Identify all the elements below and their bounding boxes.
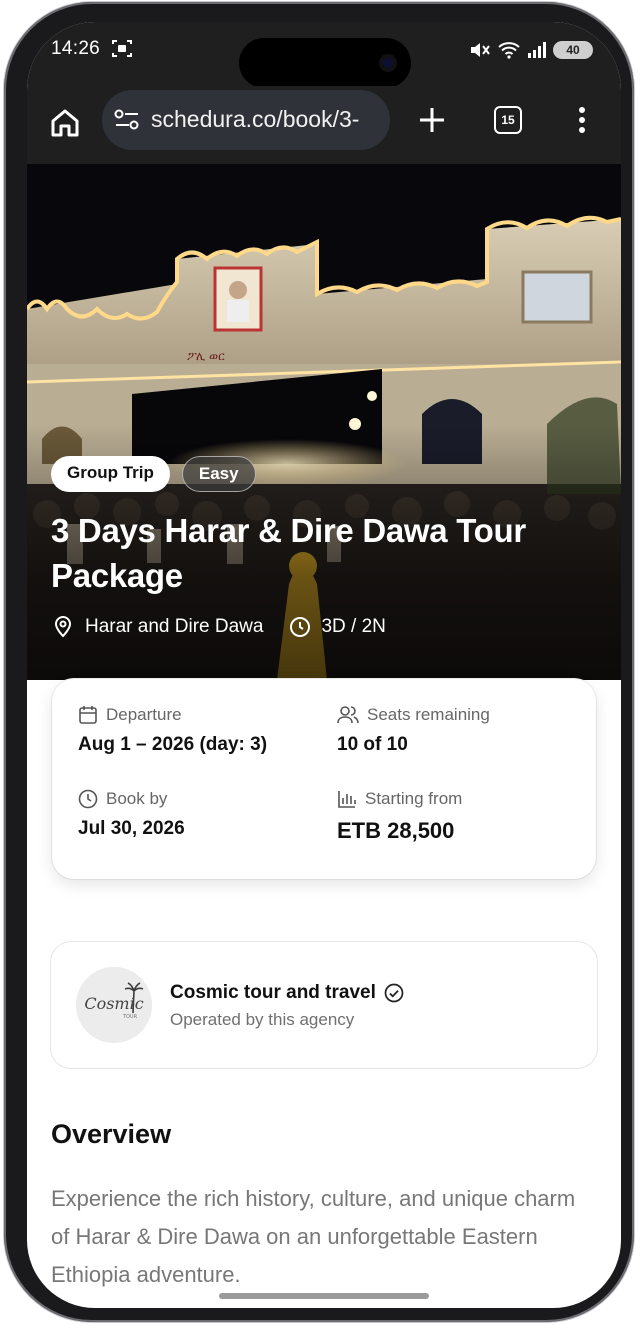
signal-icon bbox=[528, 42, 546, 58]
clock-icon bbox=[78, 789, 98, 809]
bar-chart-icon bbox=[338, 791, 356, 808]
departure-cell: Departure Aug 1 – 2026 (day: 3) bbox=[78, 705, 267, 756]
trip-meta: Harar and Dire Dawa 3D / 2N bbox=[53, 616, 386, 638]
badge-difficulty: Easy bbox=[181, 456, 256, 492]
trip-badges: Group Trip Easy bbox=[51, 456, 256, 492]
price-value: ETB 28,500 bbox=[337, 818, 455, 843]
price-cell: Starting from ETB 28,500 bbox=[337, 789, 462, 844]
home-icon[interactable] bbox=[47, 105, 83, 141]
verified-icon bbox=[384, 983, 404, 1003]
home-indicator[interactable] bbox=[219, 1293, 429, 1299]
overview-heading: Overview bbox=[51, 1119, 172, 1149]
trip-details-card: Departure Aug 1 – 2026 (day: 3) Seats re… bbox=[52, 679, 596, 879]
seats-value: 10 of 10 bbox=[337, 734, 408, 755]
trip-location: Harar and Dire Dawa bbox=[85, 616, 264, 637]
status-time: 14:26 bbox=[51, 38, 101, 59]
trip-duration: 3D / 2N bbox=[321, 616, 386, 637]
agency-card[interactable]: Cosmic TOUR Cosmic tour and travel Opera… bbox=[51, 942, 597, 1068]
bookby-label: Book by bbox=[106, 789, 168, 808]
camera-island bbox=[239, 38, 411, 88]
agency-logo-subtext: TOUR bbox=[122, 1014, 138, 1020]
battery-indicator: 40 bbox=[553, 41, 593, 59]
clock-icon bbox=[290, 617, 311, 637]
agency-logo-text: Cosmic bbox=[84, 994, 143, 1013]
screen: 14:26 40 schedura.co/book/3- 15 ፖሊ ወር Gr… bbox=[27, 22, 621, 1308]
status-icons: 40 bbox=[469, 40, 593, 60]
price-label: Starting from bbox=[365, 789, 463, 808]
mute-icon bbox=[471, 43, 490, 57]
address-bar[interactable]: schedura.co/book/3- bbox=[102, 90, 390, 150]
badge-group-trip: Group Trip bbox=[51, 456, 170, 492]
trip-title: 3 Days Harar & Dire Dawa Tour Package bbox=[51, 512, 526, 594]
browser-toolbar: schedura.co/book/3- 15 bbox=[27, 86, 621, 165]
location-pin-icon bbox=[54, 616, 72, 638]
tabs-button[interactable]: 15 bbox=[494, 106, 522, 134]
status-bar: 14:26 40 bbox=[27, 22, 621, 88]
users-icon bbox=[337, 706, 359, 724]
url-text[interactable]: schedura.co/book/3- bbox=[151, 106, 359, 133]
tune-icon[interactable] bbox=[114, 109, 140, 131]
hero-image: ፖሊ ወር Group Trip Easy 3 Days Harar & Dir… bbox=[27, 164, 621, 680]
agency-logo: Cosmic TOUR bbox=[76, 967, 152, 1043]
overview-text: Experience the rich history, culture, an… bbox=[51, 1186, 576, 1287]
more-vert-icon[interactable] bbox=[572, 104, 592, 136]
seats-cell: Seats remaining 10 of 10 bbox=[337, 705, 490, 756]
calendar-icon bbox=[79, 706, 97, 724]
agency-name[interactable]: Cosmic tour and travel bbox=[170, 982, 376, 1004]
agency-subtitle: Operated by this agency bbox=[170, 1010, 355, 1029]
bookby-value: Jul 30, 2026 bbox=[78, 818, 185, 839]
screen-record-icon bbox=[112, 40, 132, 57]
front-camera bbox=[379, 54, 397, 72]
agency-logo-mark: Cosmic TOUR bbox=[76, 967, 152, 1043]
agency-name-row[interactable]: Cosmic tour and travel bbox=[170, 982, 404, 1004]
departure-value: Aug 1 – 2026 (day: 3) bbox=[78, 734, 268, 755]
phone-frame: 14:26 40 schedura.co/book/3- 15 ፖሊ ወር Gr… bbox=[4, 2, 634, 1322]
wifi-icon bbox=[498, 42, 520, 59]
seats-label: Seats remaining bbox=[367, 705, 490, 724]
bookby-cell: Book by Jul 30, 2026 bbox=[78, 789, 185, 840]
gate-sign-text: ፖሊ ወር bbox=[187, 349, 225, 363]
plus-icon[interactable] bbox=[416, 104, 448, 136]
departure-label: Departure bbox=[106, 705, 182, 724]
